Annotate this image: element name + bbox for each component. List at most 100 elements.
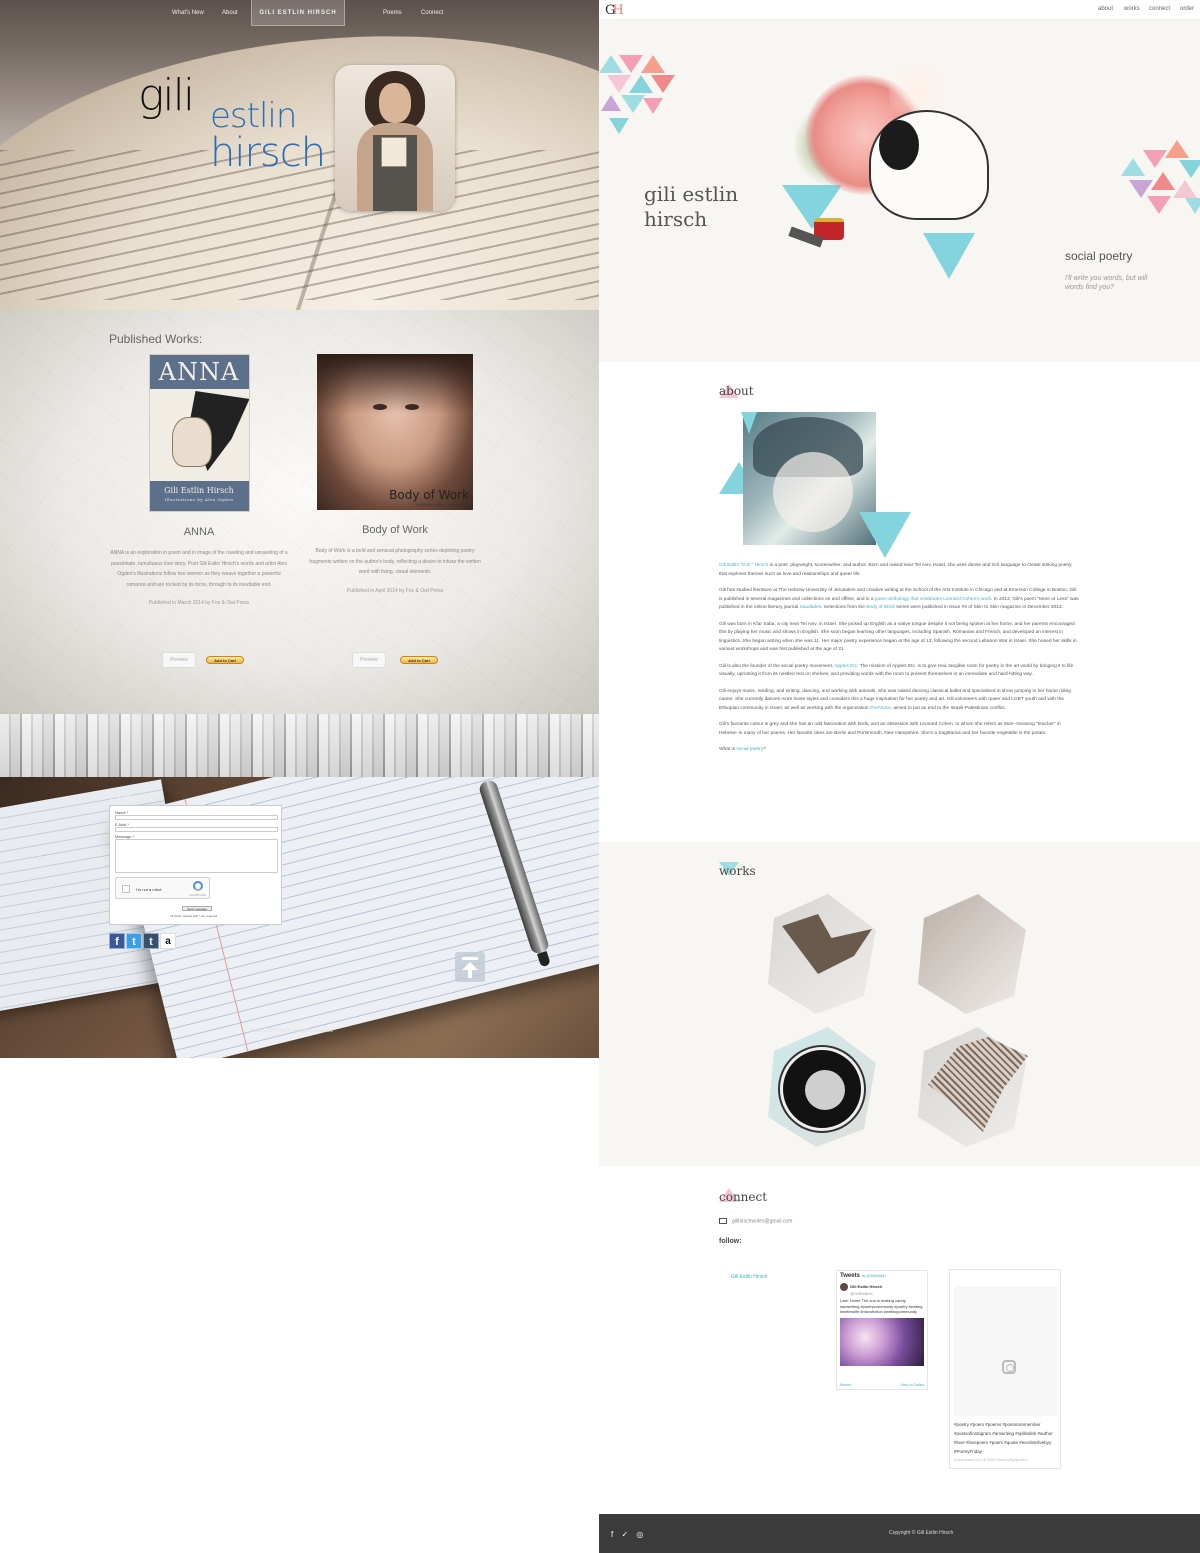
about-paragraph: Gili enjoys music, reading, and writing,… [719, 688, 1079, 714]
bow-cover-author: Gili Estlin Hirsch · Alex Ogden [415, 502, 469, 507]
about-text-span: . Selections from the [821, 605, 867, 610]
top-navigation: What's New About GILI ESTLIN HIRSCH Poem… [0, 0, 599, 26]
tweets-title: Tweets [840, 1273, 860, 1279]
about-link[interactable]: poem anthology that celebrates Leonard C… [875, 597, 991, 602]
email-input[interactable] [115, 827, 278, 832]
gh-logo[interactable]: GH [605, 3, 624, 18]
email-contact[interactable]: gilihirschwrites@gmail.com [719, 1218, 792, 1224]
work-tile-hawk[interactable] [912, 1027, 1032, 1147]
nav-order[interactable]: order [1180, 6, 1194, 12]
back-to-top-button[interactable] [455, 952, 485, 982]
about-link[interactable]: Saudades [800, 605, 822, 610]
about-paragraph: Gili Estlin "G.E." Hirsch is a poet, pla… [719, 562, 1079, 579]
amazon-icon[interactable]: a [160, 933, 176, 949]
anna-cover-author: Gili Estlin Hirsch [164, 486, 234, 495]
body-of-work-cover[interactable]: Body of Work Gili Estlin Hirsch · Alex O… [317, 354, 473, 510]
instagram-icon [1002, 1360, 1016, 1374]
site-logo: gili estlin hirsch [138, 70, 338, 180]
preview-button[interactable]: Preview [352, 652, 386, 668]
tweet-image[interactable] [840, 1317, 924, 1366]
about-text: Gili Estlin "G.E." Hirsch is a poet, pla… [719, 562, 1079, 763]
anna-cover-title: ANNA [149, 355, 249, 389]
work-tile-bird[interactable] [762, 894, 882, 1014]
nav-connect[interactable]: connect [1149, 6, 1170, 12]
connect-title: Connect: [109, 791, 158, 805]
avatar [840, 1283, 848, 1291]
recaptcha-checkbox[interactable] [122, 885, 130, 893]
instagram-shared: A post shared by Gili Estlin Hirsch (@gi… [954, 1458, 1028, 1462]
about-link[interactable]: Apples Etc. [834, 664, 858, 669]
footer-social-icons[interactable]: f ✓ ◎ [611, 1530, 646, 1539]
logo-hirsch: hirsch [210, 130, 326, 176]
send-message-button[interactable]: Send message [182, 906, 212, 911]
nav-poems[interactable]: Poems [383, 0, 402, 26]
connect-section: Connect: Name * E-Mail * Message * I'm n… [0, 777, 599, 1058]
about-text-span: , aimed to put an end to the Israeli-Pal… [890, 705, 1006, 711]
nav-about[interactable]: about [1098, 6, 1113, 12]
follow-label: follow: [719, 1238, 742, 1245]
hero-tagline: I'll write you words, but will words fin… [1065, 275, 1148, 291]
tweet-text: Last: Home The sun is making candy #amwr… [840, 1298, 923, 1314]
book-published: Published in March 2014 by Fox & Owl Pre… [148, 600, 250, 606]
facebook-page-link[interactable]: Gili Estlin Hirsch [731, 1274, 767, 1280]
about-text-span: is a poet, playwright, screenwriter, and… [719, 563, 1072, 577]
envelope-icon [719, 1218, 727, 1224]
published-works-title: Published Works: [109, 332, 203, 346]
add-to-cart-button[interactable]: Add to Cart [400, 656, 438, 664]
book-description: Body of Work is a bold and sensual photo… [309, 548, 481, 575]
nav-works[interactable]: works [1124, 6, 1140, 12]
figure-illustration [171, 417, 212, 467]
top-navigation-new: GH about works connect order [599, 0, 1200, 20]
instagram-photo[interactable] [954, 1286, 1058, 1416]
about-photo [743, 412, 876, 545]
book-title: Body of Work [362, 524, 428, 536]
message-textarea[interactable] [115, 839, 278, 873]
nav-brand[interactable]: GILI ESTLIN HIRSCH [251, 0, 345, 26]
about-text-span: Gili is also the founder of the social p… [719, 663, 835, 669]
embed-link[interactable]: Embed [840, 1383, 851, 1387]
twitter-widget: Tweets by @GiliEstlinH Gili Estlin Hirsc… [836, 1270, 928, 1390]
nav-whats-new[interactable]: What's New [172, 0, 204, 26]
works-section: works [599, 842, 1200, 1166]
tumblr-icon[interactable]: t [143, 933, 159, 949]
work-tile-doves[interactable] [912, 894, 1032, 1014]
bow-cover-title: Body of Work [389, 488, 469, 502]
about-link[interactable]: social poetry [736, 747, 763, 752]
twitter-icon[interactable]: t [126, 933, 142, 949]
connect-heading: connect [719, 1190, 768, 1204]
hero-section: gili estlin hirsch social poetry I'll wri… [599, 20, 1200, 362]
nav-about[interactable]: About [222, 0, 238, 26]
about-heading: about [719, 384, 754, 398]
footer: f ✓ ◎ Copyright © Gili Estlin Hirsch [599, 1514, 1200, 1553]
tweet-user[interactable]: Gili Estlin Hirsch [850, 1284, 882, 1289]
name-input[interactable] [115, 815, 278, 820]
about-text-span: ? [763, 747, 766, 752]
about-paragraph: Gili was born in Kfar Saba, a city near … [719, 621, 1077, 653]
about-link[interactable]: Body of Work [866, 605, 895, 610]
logo-letter-h: H [612, 3, 623, 18]
view-on-twitter-link[interactable]: View on Twitter [900, 1383, 924, 1387]
contact-form: Name * E-Mail * Message * I'm not a robo… [109, 805, 282, 925]
book-title: ANNA [183, 526, 215, 538]
tweets-by[interactable]: by @GiliEstlinH [862, 1274, 886, 1278]
facebook-icon[interactable]: f [109, 933, 125, 949]
new-site: GH about works connect order gili estlin… [599, 0, 1200, 1553]
about-section: about Gili Estlin "G.E." Hirsch is a poe… [599, 362, 1200, 842]
book-description: ANNA is an exploration in poem and in im… [110, 550, 288, 588]
bookshelf-divider [0, 714, 599, 777]
nav-connect[interactable]: Connect [421, 0, 443, 26]
work-tile-apple[interactable] [762, 1027, 882, 1147]
preview-button[interactable]: Preview [162, 652, 196, 668]
hero-name-line2: hirsch [644, 207, 708, 231]
about-text-span: What is [719, 747, 737, 752]
book-card-anna: ANNA Gili Estlin Hirsch illustrations by … [104, 354, 294, 606]
left-copyright: © Gili Estlin Hirsch All rights reserved [250, 1028, 333, 1034]
recaptcha-icon [193, 881, 203, 891]
add-to-cart-button[interactable]: Add to Cart [206, 656, 244, 664]
about-link[interactable]: Gili Estlin "G.E." Hirsch [719, 563, 768, 568]
works-heading: works [719, 864, 756, 878]
anna-cover[interactable]: ANNA Gili Estlin Hirsch illustrations by … [148, 354, 250, 512]
page: What's New About GILI ESTLIN HIRSCH Poem… [0, 0, 1200, 1553]
hero-name: gili estlin hirsch [644, 182, 738, 232]
about-link[interactable]: OneVoice [870, 706, 891, 711]
